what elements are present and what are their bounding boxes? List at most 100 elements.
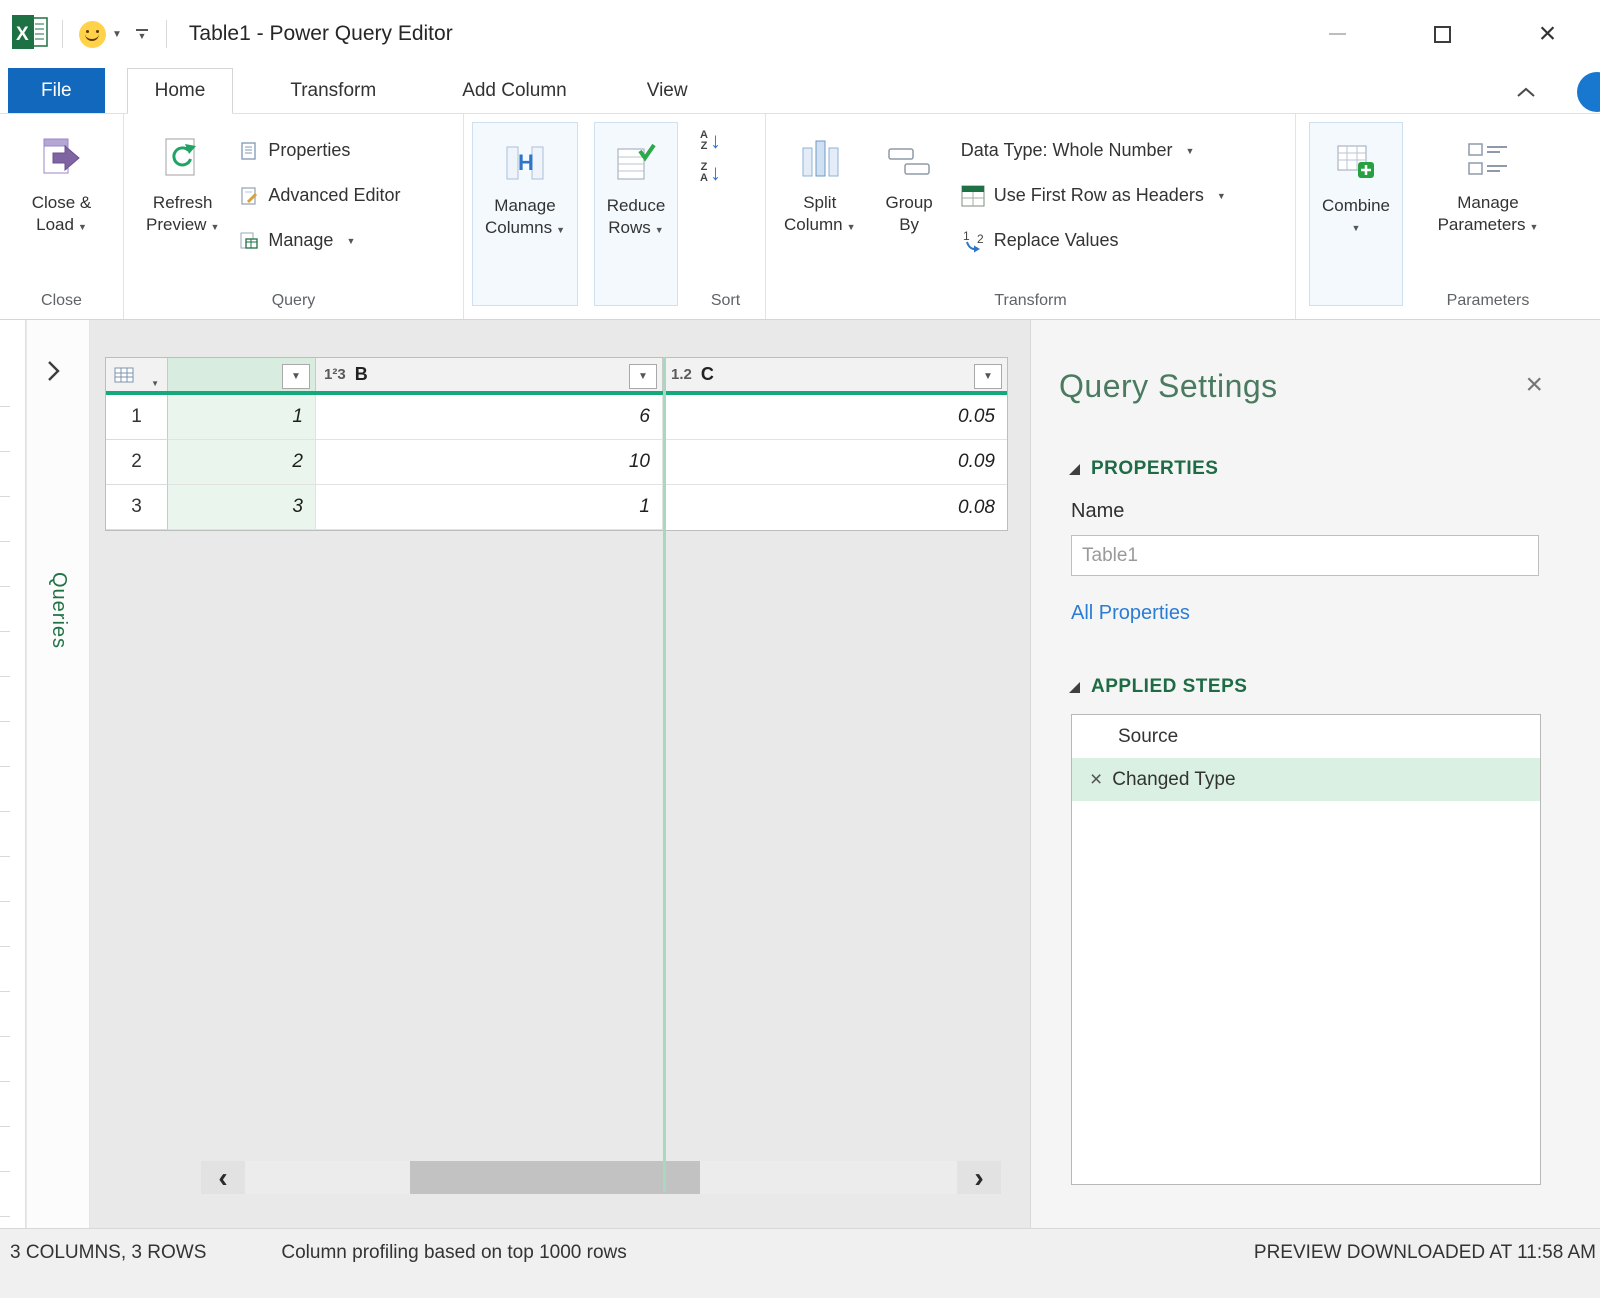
refresh-label: Preview [146,215,207,234]
window-title: Table1 - Power Query Editor [188,22,453,45]
queries-pane-collapsed[interactable]: Queries [27,320,90,1228]
column-header-1[interactable]: ▼ [168,358,316,391]
column-header-b[interactable]: 1²3 B ▼ [316,358,663,391]
properties-button[interactable]: Properties [239,128,400,173]
manage-parameters-button[interactable]: Manage Parameters ▼ [1432,128,1545,240]
collapse-ribbon-icon[interactable] [1516,85,1536,103]
tab-transform[interactable]: Transform [263,68,403,113]
replace-values-icon: 1 2 [963,229,984,252]
properties-header-label: PROPERTIES [1091,458,1219,479]
sort-ascending-button[interactable]: AZ ↓ [700,130,721,152]
table-grid-icon [114,367,134,382]
cell[interactable]: 1 [316,485,663,530]
manage-columns-label: Columns [485,218,553,237]
status-columns-rows: 3 COLUMNS, 3 ROWS [10,1242,207,1263]
horizontal-scrollbar[interactable]: ‹ › [201,1161,1001,1194]
replace-values-button[interactable]: 1 2 Replace Values [961,218,1226,263]
properties-section-header[interactable]: PROPERTIES [1069,458,1218,480]
cell[interactable]: 0.05 [663,395,1007,440]
data-preview-table: ▼ ▼ 1²3 B ▼ 1.2 C ▼ 1 1 6 0.05 2 2 10 0.… [105,357,1008,531]
cell[interactable]: 6 [316,395,663,440]
status-bar: 3 COLUMNS, 3 ROWS Column profiling based… [0,1228,1600,1298]
split-column-button[interactable]: Split Column ▼ [778,128,862,240]
cell[interactable]: 0.08 [663,485,1007,530]
minimize-button[interactable] [1285,0,1390,68]
use-first-row-as-headers-button[interactable]: Use First Row as Headers ▼ [961,173,1226,218]
scroll-right-button[interactable]: › [957,1161,1001,1194]
all-properties-link[interactable]: All Properties [1071,602,1190,625]
manage-parameters-icon [1465,130,1511,188]
tab-home[interactable]: Home [126,68,234,114]
queries-pane-label: Queries [48,572,70,650]
table-row: 2 2 10 0.09 [106,440,1007,485]
ribbon-group-reduce-rows: Reduce Rows ▼ [586,114,686,319]
sort-descending-button[interactable]: ZA ↓ [700,162,721,184]
advanced-editor-button[interactable]: Advanced Editor [239,173,400,218]
feedback-smiley-icon[interactable] [79,20,106,48]
filter-button[interactable]: ▼ [629,364,657,389]
cell[interactable]: 10 [316,440,663,485]
expand-queries-icon[interactable] [47,360,60,387]
group-label-close: Close [41,292,82,309]
filter-button[interactable]: ▼ [974,364,1002,389]
close-button[interactable]: × [1495,0,1600,68]
filter-caret-icon: ▼ [638,371,648,382]
help-button[interactable] [1577,72,1600,112]
column-name: C [700,364,714,384]
replace-values-label: Replace Values [993,230,1119,250]
scroll-left-button[interactable]: ‹ [201,1161,245,1194]
table-header-row: ▼ ▼ 1²3 B ▼ 1.2 C ▼ [106,358,1007,395]
reduce-rows-button[interactable]: Reduce Rows ▼ [601,131,672,243]
applied-step-source[interactable]: Source [1072,715,1540,758]
table-row: 1 1 6 0.05 [106,395,1007,440]
group-by-button[interactable]: Group By [880,128,939,238]
combine-label: Combine [1321,196,1391,215]
manage-columns-label: Manage [494,196,556,215]
scrollbar-thumb[interactable] [410,1161,700,1194]
cell[interactable]: 0.09 [663,440,1007,485]
tab-add-column[interactable]: Add Column [435,68,594,113]
svg-text:X: X [16,24,29,45]
applied-step-changed-type[interactable]: × Changed Type [1072,758,1540,801]
properties-label: Properties [268,140,351,160]
manage-columns-button[interactable]: H Manage Columns ▼ [479,131,571,243]
quick-access-toolbar-dropdown-icon[interactable]: ▼ [135,28,148,41]
filter-button[interactable]: ▼ [282,364,310,389]
excel-app-icon[interactable]: X [12,14,50,54]
maximize-icon [1434,25,1451,43]
close-settings-icon[interactable]: × [1525,370,1543,400]
data-type-button[interactable]: Data Type: Whole Number ▼ [961,128,1226,173]
cell[interactable]: 3 [168,485,316,530]
tab-file[interactable]: File [8,68,105,113]
dropdown-caret-icon: ▼ [1185,145,1195,156]
manage-label: Manage [268,230,334,250]
query-settings-panel: Query Settings × PROPERTIES Name All Pro… [1030,320,1600,1228]
qat-caret: ▼ [137,30,147,41]
manage-button[interactable]: Manage ▼ [239,218,400,263]
query-name-input[interactable] [1071,535,1539,576]
row-number[interactable]: 2 [106,440,168,485]
combine-button[interactable]: Combine ▼ [1316,131,1396,241]
applied-steps-header-label: APPLIED STEPS [1091,676,1248,697]
sort-za-icon: ZA [700,161,708,184]
row-number[interactable]: 3 [106,485,168,530]
delete-step-icon[interactable]: × [1090,769,1102,790]
collapse-triangle-icon [1069,463,1080,475]
collapse-triangle-icon [1069,681,1080,693]
maximize-button[interactable] [1390,0,1495,68]
refresh-preview-button[interactable]: Refresh Preview ▼ [140,128,225,240]
smiley-dropdown-icon[interactable]: ▼ [112,29,122,40]
status-profiling-info[interactable]: Column profiling based on top 1000 rows [281,1242,626,1264]
dropdown-caret-icon: ▼ [654,225,664,235]
column-header-c[interactable]: 1.2 C ▼ [663,358,1007,391]
cell[interactable]: 1 [168,395,316,440]
select-all-cell[interactable]: ▼ [106,358,168,391]
cell[interactable]: 2 [168,440,316,485]
row-number[interactable]: 1 [106,395,168,440]
tab-view[interactable]: View [620,68,715,113]
applied-steps-section-header[interactable]: APPLIED STEPS [1069,676,1247,698]
group-by-label: By [899,215,920,234]
close-and-load-button[interactable]: Close & Load ▼ [26,128,98,240]
titlebar: X ▼ ▼ Table1 - Power Query Editor × [0,0,1600,68]
scrollbar-track[interactable] [245,1161,957,1194]
